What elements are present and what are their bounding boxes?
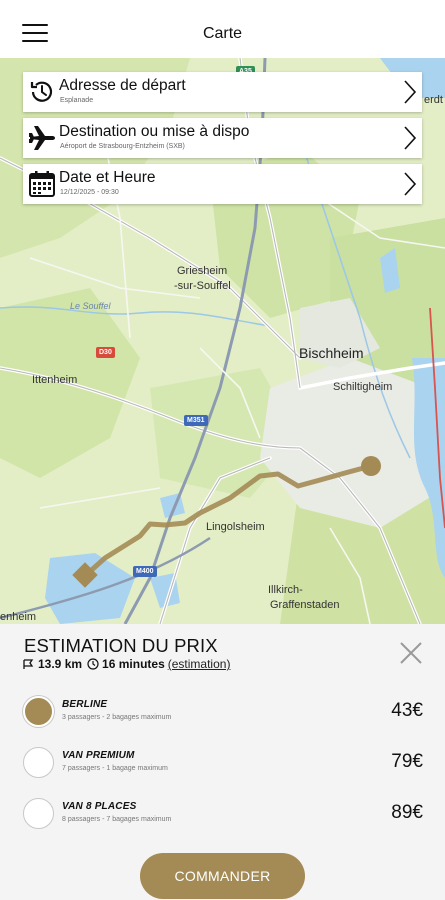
trip-distance: 13.9 km [38,657,83,671]
datetime-subtitle: 12/12/2025 - 09:30 [60,189,119,196]
chevron-right-icon [404,80,417,104]
map-label-sur-souffel: -sur-Souffel [174,280,231,292]
datetime-card[interactable]: Date et Heure 12/12/2025 - 09:30 [23,164,422,204]
vehicle-price: 43€ [391,700,423,721]
map-label-bischheim: Bischheim [299,345,364,361]
vehicle-details: 7 passagers - 1 bagage maximum [62,765,168,772]
map-label-edge-right: erdt [424,94,443,106]
estimation-link[interactable]: (estimation) [168,657,231,671]
trip-summary: 13.9 km 16 minutes (estimation) [23,657,230,671]
departure-subtitle: Esplanade [60,97,94,104]
trip-duration: 16 minutes [102,657,165,671]
route-flag-icon [23,658,34,669]
vehicle-name: VAN 8 PLACES [62,801,137,812]
map-label-ittenheim: Ittenheim [32,374,78,386]
map-label-graffenstaden: Graffenstaden [270,599,340,611]
destination-title: Destination ou mise à dispo [59,123,250,140]
close-icon[interactable] [398,640,424,666]
vehicle-details: 8 passagers - 7 bagages maximum [62,816,172,823]
vehicle-option-van-premium[interactable]: VAN PREMIUM 7 passagers - 1 bagage maxim… [0,743,445,783]
map-label-lingolsheim: Lingolsheim [206,521,265,533]
app-header: Carte [0,0,445,58]
vehicle-option-van-8-places[interactable]: VAN 8 PLACES 8 passagers - 7 bagages max… [0,794,445,834]
departure-address-card[interactable]: Adresse de départ Esplanade [23,72,422,112]
departure-title: Adresse de départ [59,77,186,94]
destination-card[interactable]: Destination ou mise à dispo Aéroport de … [23,118,422,158]
order-button[interactable]: COMMANDER [140,853,305,899]
map-label-schiltigheim: Schiltigheim [333,381,393,393]
price-estimate-sheet: ESTIMATION DU PRIX 13.9 km 16 minutes (e… [0,624,445,900]
estimate-title: ESTIMATION DU PRIX [24,635,218,656]
map-label-edge-left: enheim [0,611,37,623]
vehicle-details: 3 passagers - 2 bagages maximum [62,714,172,721]
map-label-illkirch: Illkirch- [268,584,303,596]
clock-icon [87,658,99,670]
datetime-title: Date et Heure [59,169,156,186]
road-shield-m351: M351 [184,415,208,426]
vehicle-price: 89€ [391,802,423,823]
page-title: Carte [202,25,243,42]
radio-van-8-places[interactable] [23,798,54,829]
destination-subtitle: Aéroport de Strasbourg-Entzheim (SXB) [60,143,185,150]
chevron-right-icon [404,126,417,150]
vehicle-name: BERLINE [62,699,108,710]
airplane-icon [29,126,55,150]
calendar-icon [29,171,55,197]
radio-van-premium[interactable] [23,747,54,778]
radio-berline[interactable] [23,696,54,727]
chevron-right-icon [404,172,417,196]
vehicle-name: VAN PREMIUM [62,750,135,761]
route-start-marker [361,456,381,476]
vehicle-option-berline[interactable]: BERLINE 3 passagers - 2 bagages maximum … [0,692,445,732]
map-label-souffel: Le Souffel [70,301,111,311]
road-shield-d30: D30 [96,347,115,358]
history-clock-icon [30,81,53,102]
vehicle-price: 79€ [391,751,423,772]
road-shield-m400: M400 [133,566,157,577]
map-label-griesheim: Griesheim [177,265,228,277]
